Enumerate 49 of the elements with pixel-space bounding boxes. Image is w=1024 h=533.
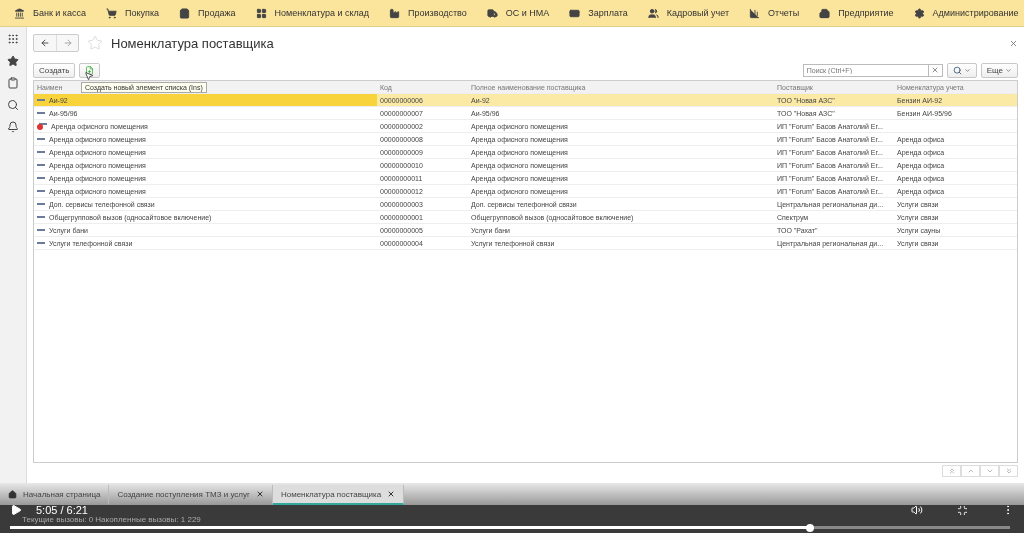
search-button[interactable] xyxy=(946,62,977,78)
nav-section[interactable]: Отчеты xyxy=(739,7,810,19)
search-icon xyxy=(952,65,962,75)
close-icon[interactable] xyxy=(255,490,264,498)
form-title: Номенклатура поставщика xyxy=(111,35,275,51)
cart-icon xyxy=(106,7,117,19)
star-icon[interactable] xyxy=(7,55,19,67)
nav-section[interactable]: Предприятие xyxy=(809,7,904,19)
grid-icon xyxy=(255,7,267,19)
nav-section[interactable]: Номенклатура и склад xyxy=(245,7,380,19)
double-up-icon xyxy=(947,467,956,475)
up-icon xyxy=(966,467,975,475)
bank-icon xyxy=(14,7,25,19)
video-time: 5:05 / 6:21 xyxy=(36,504,88,516)
double-down-icon xyxy=(1004,467,1013,475)
play-icon[interactable] xyxy=(10,504,22,516)
nav-section[interactable]: ОС и НМА xyxy=(476,7,560,19)
create-button[interactable]: Создать xyxy=(33,62,76,78)
truck-icon xyxy=(486,7,498,19)
close-icon[interactable] xyxy=(387,490,396,498)
exit-fullscreen-icon[interactable] xyxy=(957,504,968,516)
caret-icon xyxy=(1005,66,1012,74)
nav-section[interactable]: Покупка xyxy=(96,7,170,19)
menu-icon[interactable] xyxy=(7,33,19,45)
page-tab[interactable]: Номенклатура поставщика xyxy=(272,485,405,505)
cursor-icon xyxy=(84,71,94,81)
home-icon xyxy=(8,489,17,499)
progress-bar[interactable] xyxy=(10,526,1010,529)
status-text: Текущие вызовы: 0 Накопленные вызовы: 1 229 xyxy=(22,515,201,524)
file-plus-icon xyxy=(85,65,95,75)
caret-icon xyxy=(963,66,971,74)
factory-icon xyxy=(389,7,401,19)
users-icon xyxy=(647,7,659,19)
bell-icon[interactable] xyxy=(7,121,19,133)
chart-icon xyxy=(749,7,761,19)
more-button[interactable]: Еще xyxy=(980,62,1018,78)
nav-section[interactable]: Кадровый учет xyxy=(637,7,740,19)
nav-section[interactable]: Производство xyxy=(379,7,477,19)
nav-section[interactable]: Администрирование xyxy=(903,7,1024,19)
nav-section[interactable]: Банк и касса xyxy=(4,7,96,19)
add-file-button[interactable] xyxy=(79,62,101,78)
nav-section[interactable]: Зарплата xyxy=(559,7,638,19)
volume-icon[interactable] xyxy=(911,504,923,516)
down-icon xyxy=(985,467,994,475)
arrow-left-icon xyxy=(40,38,50,48)
close-icon xyxy=(931,66,940,74)
nav-section[interactable]: Продажа xyxy=(169,7,246,19)
arrow-right-icon xyxy=(62,38,73,48)
search-icon[interactable] xyxy=(7,99,19,111)
